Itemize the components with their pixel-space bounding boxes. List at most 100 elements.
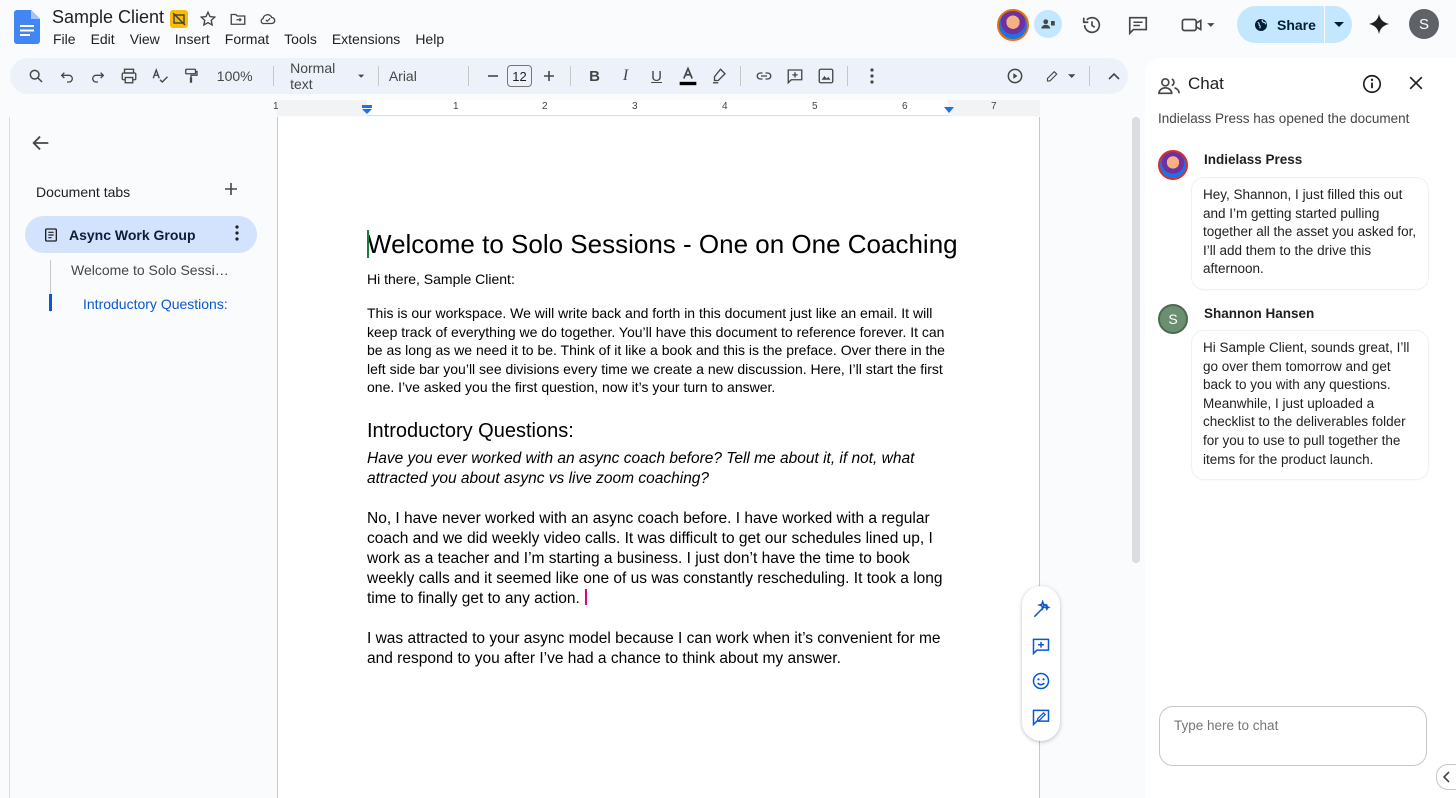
horizontal-ruler[interactable]: 1 1 2 3 4 5 6 7 [273,100,1040,116]
toolbar-divider [847,66,849,86]
underline-icon[interactable]: U [643,62,671,90]
pencil-icon [1046,70,1058,82]
zoom-select[interactable]: 100% [213,62,266,90]
toolbar-divider [569,66,571,86]
decrease-font-size-icon[interactable] [479,62,507,90]
paragraph-style-select[interactable]: Normal text [284,60,370,92]
italic-icon[interactable]: I [612,62,640,90]
highlight-color-icon[interactable] [705,62,733,90]
spellcheck-icon[interactable] [146,62,174,90]
share-button[interactable]: Share [1237,6,1324,43]
menu-tools[interactable]: Tools [284,31,317,47]
font-family-select[interactable]: Arial [388,62,461,90]
font-size-input[interactable]: 12 [507,65,532,87]
menu-view[interactable]: View [130,31,160,47]
collapse-side-panel-button[interactable] [1436,764,1456,790]
increase-font-size-icon[interactable] [535,62,563,90]
comments-icon[interactable] [1125,12,1151,38]
editing-mode-select[interactable] [1045,62,1076,90]
label-icon[interactable] [170,10,188,28]
document-tab-icon [43,227,59,243]
zoom-value: 100% [216,68,253,84]
heading-text: Welcome to Solo Sessions - One on One Co… [367,229,958,259]
summarize-icon[interactable] [1001,62,1029,90]
message-author: Shannon Hansen [1204,306,1315,321]
outline-item-welcome[interactable]: Welcome to Solo Session… [71,262,236,278]
answer-paragraph-1: No, I have never worked with an async co… [367,509,955,609]
move-folder-icon[interactable] [228,9,248,29]
chevron-down-icon [1333,21,1344,27]
more-options-icon[interactable] [858,62,886,90]
document-title[interactable]: Sample Client [52,7,164,28]
menu-insert[interactable]: Insert [175,31,210,47]
ruler-label: 6 [902,101,908,112]
right-indent-marker-icon[interactable] [943,105,955,115]
title-bar: Sample Client File Edit View Insert Form… [0,0,1456,54]
insert-comment-icon[interactable] [781,62,809,90]
paragraph-style-value: Normal text [290,60,336,92]
bold-icon[interactable]: B [581,62,609,90]
star-icon[interactable] [198,9,218,29]
meet-call-icon[interactable] [1176,12,1220,38]
close-icon[interactable] [1406,73,1426,93]
menu-edit[interactable]: Edit [91,31,115,47]
menu-format[interactable]: Format [225,31,269,47]
chat-input[interactable]: Type here to chat [1159,706,1427,766]
document-body[interactable]: Welcome to Solo Sessions - One on One Co… [367,229,958,689]
document-page[interactable]: Welcome to Solo Sessions - One on One Co… [277,117,1040,798]
ruler-label: 4 [722,101,728,112]
ruler-left-margin [277,100,367,116]
info-icon[interactable] [1361,73,1383,95]
intro-paragraph: This is our workspace. We will write bac… [367,305,945,396]
collaborator-avatar[interactable] [997,9,1029,41]
text-color-icon[interactable] [674,62,702,90]
hide-menus-icon[interactable] [1100,62,1128,90]
outline-item-introductory-questions[interactable]: Introductory Questions: [83,296,228,312]
redo-icon[interactable] [84,62,112,90]
print-icon[interactable] [115,62,143,90]
add-tab-icon[interactable] [224,182,238,196]
menu-help[interactable]: Help [415,31,444,47]
account-avatar[interactable]: S [1409,9,1439,39]
chevron-down-icon [1067,73,1076,78]
share-label: Share [1277,16,1316,33]
toolbar-divider [1089,66,1090,86]
tab-async-work-group[interactable]: Async Work Group [25,216,257,253]
share-options-dropdown[interactable] [1325,6,1352,43]
paint-format-icon[interactable] [177,62,205,90]
docs-logo-icon[interactable] [14,10,40,44]
menu-extensions[interactable]: Extensions [332,31,400,47]
toolbar-divider [468,66,470,86]
vertical-ruler [0,117,10,798]
search-menus-icon[interactable] [22,62,50,90]
tab-options-icon[interactable] [235,225,239,241]
back-arrow-icon[interactable] [30,132,52,154]
message-author: Indielass Press [1204,152,1303,167]
menu-bar: File Edit View Insert Format Tools Exten… [53,31,459,47]
answer-1-text: No, I have never worked with an async co… [367,510,943,608]
chat-system-notice: Indielass Press has opened the document [1158,111,1410,126]
version-history-icon[interactable] [1079,12,1105,38]
chevron-down-icon [358,74,365,78]
left-indent-marker-icon[interactable] [361,105,373,115]
greeting-paragraph: Hi there, Sample Client: [367,271,515,287]
help-me-write-icon[interactable] [1031,599,1051,620]
insert-image-icon[interactable] [812,62,840,90]
undo-icon[interactable] [53,62,81,90]
cloud-status-icon[interactable] [258,9,278,29]
collaborator-cursor [367,230,369,258]
ruler-label: 1 [453,101,459,112]
avatar: S [1158,304,1188,334]
ruler-label: 5 [812,101,818,112]
add-comment-icon[interactable] [1031,636,1051,656]
document-tabs-heading: Document tabs [36,184,131,200]
menu-file[interactable]: File [53,31,76,47]
gemini-icon[interactable] [1368,13,1390,35]
ruler-label: 3 [632,101,638,112]
suggest-edits-icon[interactable] [1031,707,1051,727]
meet-presence-icon[interactable] [1034,10,1062,38]
title-icons [170,9,278,29]
insert-link-icon[interactable] [750,62,778,90]
document-scrollbar[interactable] [1132,117,1140,563]
add-emoji-reaction-icon[interactable] [1031,671,1051,691]
